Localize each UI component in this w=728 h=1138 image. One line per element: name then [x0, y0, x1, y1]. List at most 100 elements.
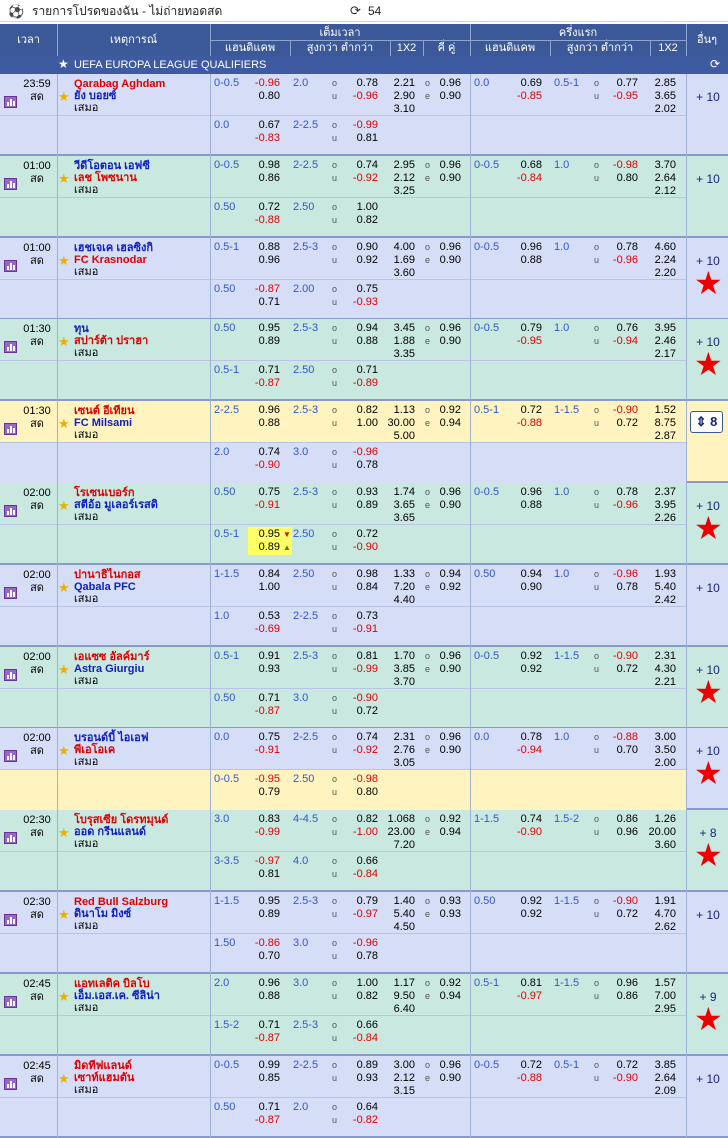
- ft-under-odds[interactable]: -0.99: [346, 663, 378, 676]
- favorite-star-icon[interactable]: ★: [58, 1072, 70, 1085]
- alt-under-odds[interactable]: -0.84: [346, 868, 378, 881]
- more-bets-link[interactable]: + 10: [690, 908, 726, 922]
- alt-handicap-home-odds[interactable]: 0.95: [248, 528, 280, 541]
- fh-under-odds[interactable]: -0.90: [606, 1072, 638, 1085]
- favorite-star-icon[interactable]: ★: [58, 908, 70, 921]
- fh-handicap-away-odds[interactable]: -0.90: [510, 826, 542, 839]
- fh-handicap-home-odds[interactable]: 0.81: [510, 977, 542, 990]
- fh-1x2-home[interactable]: 1.93: [642, 568, 676, 581]
- ft-handicap-away-odds[interactable]: 0.89: [248, 908, 280, 921]
- alt-handicap-away-odds[interactable]: 0.81: [248, 868, 280, 881]
- ft-under-odds[interactable]: -0.97: [346, 908, 378, 921]
- ft-under-odds[interactable]: -0.92: [346, 744, 378, 757]
- refresh-icon[interactable]: ⟳: [350, 3, 361, 18]
- fh-1x2-home[interactable]: 2.31: [642, 650, 676, 663]
- fh-1x2-home[interactable]: 1.57: [642, 977, 676, 990]
- fh-over-odds[interactable]: 0.78: [606, 486, 638, 499]
- ft-odd-odds[interactable]: 0.96: [433, 77, 461, 90]
- alt-handicap-home-odds[interactable]: 0.53: [248, 610, 280, 623]
- alt-over-odds[interactable]: 0.72: [346, 528, 378, 541]
- fh-handicap-home-odds[interactable]: 0.79: [510, 322, 542, 335]
- fh-handicap-away-odds[interactable]: 0.90: [510, 581, 542, 594]
- more-bets-spinner[interactable]: ⇕ 8: [690, 411, 723, 433]
- stats-chart-icon[interactable]: [4, 260, 17, 272]
- fh-1x2-home[interactable]: 2.37: [642, 486, 676, 499]
- ft-handicap-away-odds[interactable]: 0.80: [248, 90, 280, 103]
- ft-1x2-away[interactable]: 3.65: [383, 499, 415, 512]
- alt-handicap-away-odds[interactable]: -0.90: [248, 459, 280, 472]
- alt-over-odds[interactable]: 0.66: [346, 855, 378, 868]
- fh-handicap-away-odds[interactable]: -0.85: [510, 90, 542, 103]
- fh-1x2-away[interactable]: 2.64: [642, 1072, 676, 1085]
- ft-under-odds[interactable]: 1.00: [346, 417, 378, 430]
- fh-1x2-home[interactable]: 1.52: [642, 404, 676, 417]
- favorite-star-icon[interactable]: ★: [58, 826, 70, 839]
- fh-handicap-home-odds[interactable]: 0.74: [510, 813, 542, 826]
- fh-over-odds[interactable]: -0.98: [606, 159, 638, 172]
- fh-over-odds[interactable]: -0.90: [606, 895, 638, 908]
- ft-handicap-away-odds[interactable]: -0.99: [248, 826, 280, 839]
- alt-handicap-home-odds[interactable]: -0.97: [248, 855, 280, 868]
- ft-handicap-away-odds[interactable]: -0.91: [248, 744, 280, 757]
- stats-chart-icon[interactable]: [4, 96, 17, 108]
- ft-1x2-away[interactable]: 2.12: [383, 1072, 415, 1085]
- ft-under-odds[interactable]: 0.93: [346, 1072, 378, 1085]
- alt-handicap-home-odds[interactable]: -0.95: [248, 773, 280, 786]
- ft-even-odds[interactable]: 0.90: [433, 172, 461, 185]
- ft-over-odds[interactable]: 0.74: [346, 731, 378, 744]
- ft-1x2-away[interactable]: 23.00: [383, 826, 415, 839]
- alt-under-odds[interactable]: -0.84: [346, 1032, 378, 1045]
- ft-odd-odds[interactable]: 0.92: [433, 404, 461, 417]
- fh-1x2-away[interactable]: 2.64: [642, 172, 676, 185]
- ft-handicap-home-odds[interactable]: 0.75: [248, 486, 280, 499]
- fh-under-odds[interactable]: 0.96: [606, 826, 638, 839]
- favorite-star-icon[interactable]: ★: [58, 417, 70, 430]
- stats-chart-icon[interactable]: [4, 423, 17, 435]
- alt-handicap-home-odds[interactable]: 0.71: [248, 364, 280, 377]
- ft-over-odds[interactable]: 0.89: [346, 1059, 378, 1072]
- ft-handicap-away-odds[interactable]: 0.88: [248, 990, 280, 1003]
- ft-odd-odds[interactable]: 0.96: [433, 322, 461, 335]
- ft-even-odds[interactable]: 0.90: [433, 1072, 461, 1085]
- fh-under-odds[interactable]: 0.78: [606, 581, 638, 594]
- ft-1x2-away[interactable]: 1.69: [383, 254, 415, 267]
- fh-over-odds[interactable]: -0.90: [606, 404, 638, 417]
- ft-1x2-home[interactable]: 1.70: [383, 650, 415, 663]
- fh-under-odds[interactable]: 0.72: [606, 663, 638, 676]
- fh-1x2-home[interactable]: 3.95: [642, 322, 676, 335]
- alt-handicap-away-odds[interactable]: 0.89: [248, 541, 280, 554]
- ft-under-odds[interactable]: 0.89: [346, 499, 378, 512]
- fh-over-odds[interactable]: -0.88: [606, 731, 638, 744]
- fh-handicap-home-odds[interactable]: 0.92: [510, 650, 542, 663]
- fh-handicap-home-odds[interactable]: 0.78: [510, 731, 542, 744]
- ft-handicap-away-odds[interactable]: 0.89: [248, 335, 280, 348]
- fh-1x2-away[interactable]: 4.70: [642, 908, 676, 921]
- alt-under-odds[interactable]: -0.89: [346, 377, 378, 390]
- alt-handicap-away-odds[interactable]: 0.70: [248, 950, 280, 963]
- fh-under-odds[interactable]: -0.96: [606, 254, 638, 267]
- more-bets-link[interactable]: + 10: [690, 1072, 726, 1086]
- favorite-star-icon[interactable]: ★: [58, 335, 70, 348]
- alt-over-odds[interactable]: -0.96: [346, 937, 378, 950]
- fh-1x2-away[interactable]: 2.24: [642, 254, 676, 267]
- fh-under-odds[interactable]: -0.96: [606, 499, 638, 512]
- stats-chart-icon[interactable]: [4, 750, 17, 762]
- ft-under-odds[interactable]: 0.92: [346, 254, 378, 267]
- ft-1x2-home[interactable]: 1.74: [383, 486, 415, 499]
- ft-1x2-away[interactable]: 2.90: [383, 90, 415, 103]
- fh-over-odds[interactable]: 0.77: [606, 77, 638, 90]
- alt-under-odds[interactable]: -0.93: [346, 296, 378, 309]
- ft-1x2-away[interactable]: 3.85: [383, 663, 415, 676]
- ft-1x2-away[interactable]: 2.12: [383, 172, 415, 185]
- alt-handicap-away-odds[interactable]: -0.88: [248, 214, 280, 227]
- fh-1x2-away[interactable]: 7.00: [642, 990, 676, 1003]
- alt-over-odds[interactable]: 0.75: [346, 283, 378, 296]
- ft-handicap-away-odds[interactable]: -0.91: [248, 499, 280, 512]
- fh-handicap-away-odds[interactable]: 0.92: [510, 663, 542, 676]
- ft-handicap-home-odds[interactable]: 0.91: [248, 650, 280, 663]
- ft-odd-odds[interactable]: 0.96: [433, 1059, 461, 1072]
- fh-handicap-home-odds[interactable]: 0.69: [510, 77, 542, 90]
- ft-handicap-away-odds[interactable]: 0.85: [248, 1072, 280, 1085]
- fh-1x2-home[interactable]: 1.26: [642, 813, 676, 826]
- alt-over-odds[interactable]: -0.96: [346, 446, 378, 459]
